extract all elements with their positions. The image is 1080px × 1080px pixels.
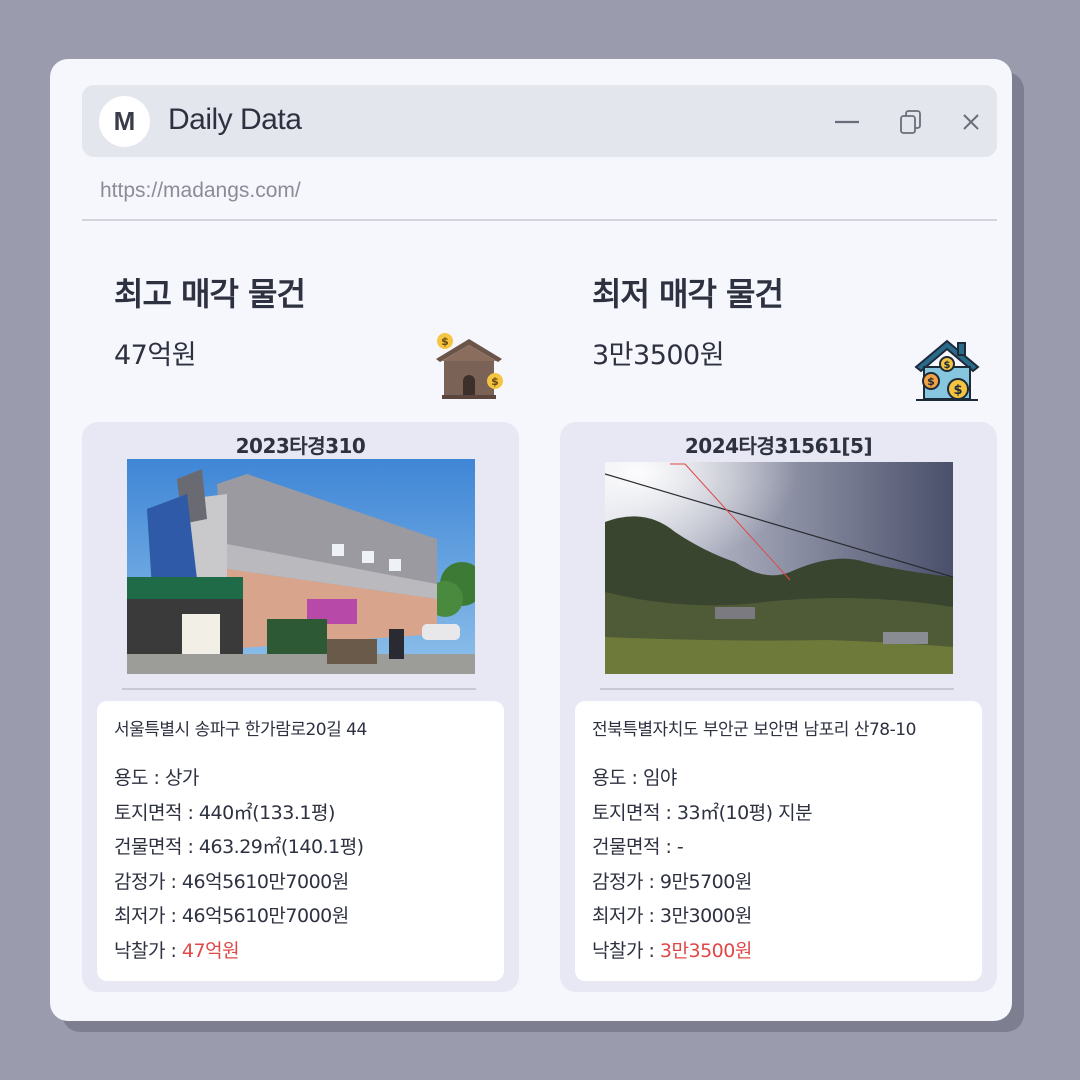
svg-text:$: $ (441, 335, 449, 348)
land-area-row: 토지면적 : 33㎡(10평) 지분 (592, 801, 813, 824)
lowest-summary: 최저 매각 물건 3만3500원 (592, 269, 784, 372)
copy-icon (900, 110, 921, 134)
property-details: 서울특별시 송파구 한가람로20길 44 용도 : 상가 토지면적 : 440㎡… (97, 701, 504, 981)
building-area-row: 건물면적 : 463.29㎡(140.1평) (114, 836, 364, 858)
building-area-row: 건물면적 : - (592, 836, 684, 858)
close-button[interactable] (956, 107, 986, 137)
winning-bid-row: 낙찰가 : 3만3500원 (592, 939, 752, 962)
property-details: 전북특별자치도 부안군 보안면 남포리 산78-10 용도 : 임야 토지면적 … (575, 701, 982, 981)
card-divider (600, 688, 954, 690)
house-money-icon: $ $ (436, 333, 503, 399)
minimum-price-row: 최저가 : 3만3000원 (592, 905, 752, 927)
copy-button[interactable] (896, 107, 926, 137)
lowest-heading: 최저 매각 물건 (592, 275, 784, 313)
land-area-row: 토지면적 : 440㎡(133.1평) (114, 801, 335, 824)
minimum-price-row: 최저가 : 46억5610만7000원 (114, 905, 349, 927)
case-number: 2023타경310 (235, 434, 366, 458)
url-link[interactable]: https://madangs.com/ (100, 179, 301, 203)
property-address: 서울특별시 송파구 한가람로20길 44 (114, 720, 367, 740)
minimize-button[interactable] (832, 107, 862, 137)
highest-property-card[interactable]: 2023타경310 서울특별시 송파구 한가람로20길 44 용도: 상가 토… (82, 422, 519, 992)
close-icon (963, 114, 979, 130)
app-logo: M (99, 96, 150, 147)
highest-summary: 최고 매각 물건 47억원 (114, 269, 306, 372)
svg-text:$: $ (944, 360, 951, 371)
url-divider (82, 219, 997, 221)
case-number: 2024타경31561[5] (684, 434, 873, 458)
app-window: M Daily Data https://madangs.com/ 최고 매각 … (50, 59, 1012, 1021)
winning-bid-row: 낙찰가 : 47억원 (114, 939, 240, 962)
forest-hill-photo (605, 462, 953, 674)
title-bar: M Daily Data (82, 85, 997, 157)
appraisal-row: 감정가 : 9만5700원 (592, 870, 752, 893)
svg-text:$: $ (953, 383, 962, 398)
svg-text:$: $ (491, 375, 499, 388)
house-coins-icon: $ $ $ (914, 339, 980, 401)
highest-heading: 최고 매각 물건 (114, 275, 306, 313)
minimize-icon (835, 120, 859, 124)
lowest-amount: 3만3500원 (592, 340, 725, 371)
card-divider (122, 688, 476, 690)
commercial-building-photo (127, 459, 475, 674)
lowest-property-card[interactable]: 2024타경31561[5] 전북특별자치도 부안군 보안면 남포리 산78-1… (560, 422, 997, 992)
property-address: 전북특별자치도 부안군 보안면 남포리 산78-10 (592, 720, 916, 740)
highest-amount: 47억원 (114, 340, 197, 371)
usage-row: 용도 : 임야 (592, 767, 677, 789)
appraisal-row: 감정가 : 46억5610만7000원 (114, 870, 349, 893)
usage-row: 용도 : 상가 (114, 767, 199, 789)
app-title: Daily Data (168, 103, 302, 136)
svg-text:$: $ (927, 375, 935, 388)
